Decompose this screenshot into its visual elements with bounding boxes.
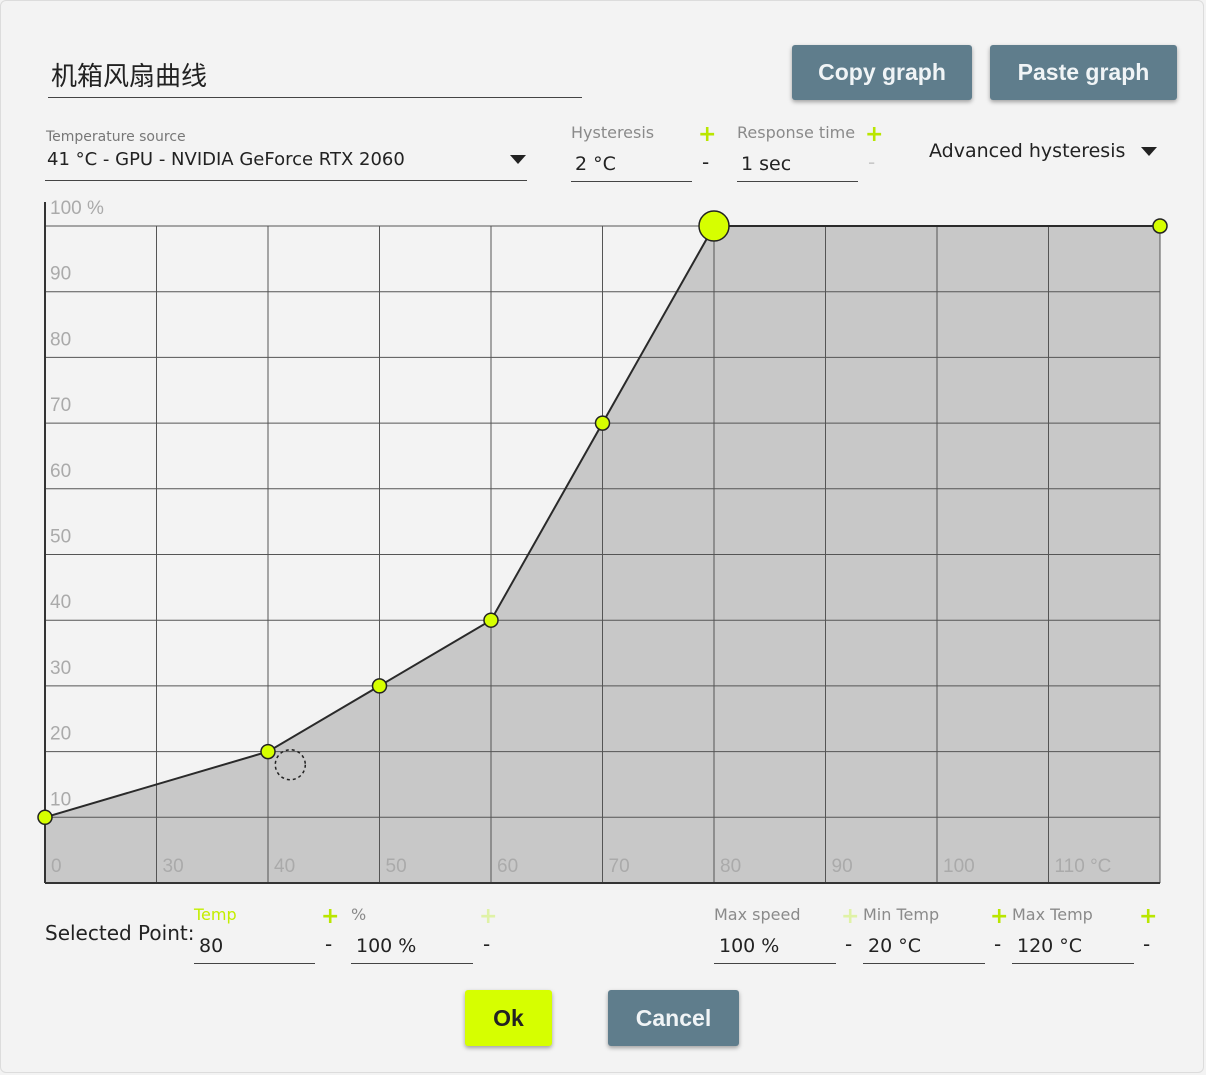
min-temp-minus-icon[interactable]: - — [994, 934, 1001, 954]
y-tick-label: 100 % — [50, 198, 104, 219]
y-tick-label: 20 — [50, 724, 71, 745]
temp-label: Temp — [194, 905, 237, 924]
temp-value: 80 — [199, 935, 224, 957]
max-speed-minus-icon[interactable]: - — [845, 934, 852, 954]
min-temp-input[interactable]: 20 °C — [863, 930, 985, 964]
x-tick-label: 0 — [51, 856, 62, 877]
max-temp-plus-icon[interactable]: + — [1139, 906, 1157, 928]
percent-plus-icon: + — [479, 904, 498, 929]
max-temp-minus-icon[interactable]: - — [1143, 934, 1150, 954]
y-tick-label: 80 — [50, 329, 71, 350]
curve-point[interactable] — [594, 415, 611, 431]
y-tick-label: 40 — [50, 592, 71, 613]
curve-point[interactable] — [371, 678, 388, 694]
x-tick-label: 90 — [832, 856, 853, 877]
ok-button[interactable]: Ok — [465, 990, 552, 1046]
x-tick-label: 80 — [720, 856, 741, 877]
min-temp-plus-icon[interactable]: + — [990, 906, 1008, 928]
y-tick-label: 70 — [50, 395, 71, 416]
x-tick-label: 40 — [274, 856, 295, 877]
max-temp-label: Max Temp — [1012, 905, 1093, 924]
x-tick-label: 110 °C — [1055, 856, 1112, 877]
min-temp-value: 20 °C — [868, 935, 921, 957]
percent-input[interactable]: 100 % — [351, 930, 473, 964]
y-tick-label: 60 — [50, 461, 71, 482]
temp-minus-icon[interactable]: - — [325, 934, 332, 954]
curve-point[interactable] — [1152, 218, 1168, 234]
percent-label: % — [351, 905, 367, 924]
percent-minus-icon[interactable]: - — [483, 934, 490, 954]
curve-point-selected[interactable] — [698, 210, 730, 242]
temp-input[interactable]: 80 — [194, 930, 315, 964]
x-tick-label: 30 — [163, 856, 184, 877]
max-speed-value: 100 % — [719, 935, 780, 957]
max-temp-value: 120 °C — [1017, 935, 1083, 957]
x-tick-label: 50 — [386, 856, 407, 877]
percent-value: 100 % — [356, 935, 417, 957]
min-temp-label: Min Temp — [863, 905, 940, 924]
max-speed-input[interactable]: 100 % — [714, 930, 836, 964]
max-speed-label: Max speed — [714, 905, 801, 924]
temp-plus-icon[interactable]: + — [321, 906, 339, 928]
cancel-button[interactable]: Cancel — [608, 990, 739, 1046]
max-speed-plus-icon: + — [841, 904, 860, 929]
curve-point[interactable] — [483, 612, 499, 628]
curve-point[interactable] — [260, 743, 276, 760]
x-tick-label: 70 — [609, 856, 630, 877]
curve-point[interactable] — [37, 809, 53, 826]
x-tick-label: 60 — [497, 856, 518, 877]
selected-point-label: Selected Point: — [45, 921, 195, 945]
y-tick-label: 10 — [50, 789, 71, 810]
x-tick-label: 100 — [943, 856, 975, 877]
y-tick-label: 50 — [50, 527, 71, 548]
y-tick-label: 90 — [50, 264, 71, 285]
y-tick-label: 30 — [50, 658, 71, 679]
max-temp-input[interactable]: 120 °C — [1012, 930, 1134, 964]
fan-curve-chart[interactable]: 0 30 40 50 60 70 80 90 100 110 °C 10 20 30 40 50 60 70 80… — [0, 0, 1206, 900]
